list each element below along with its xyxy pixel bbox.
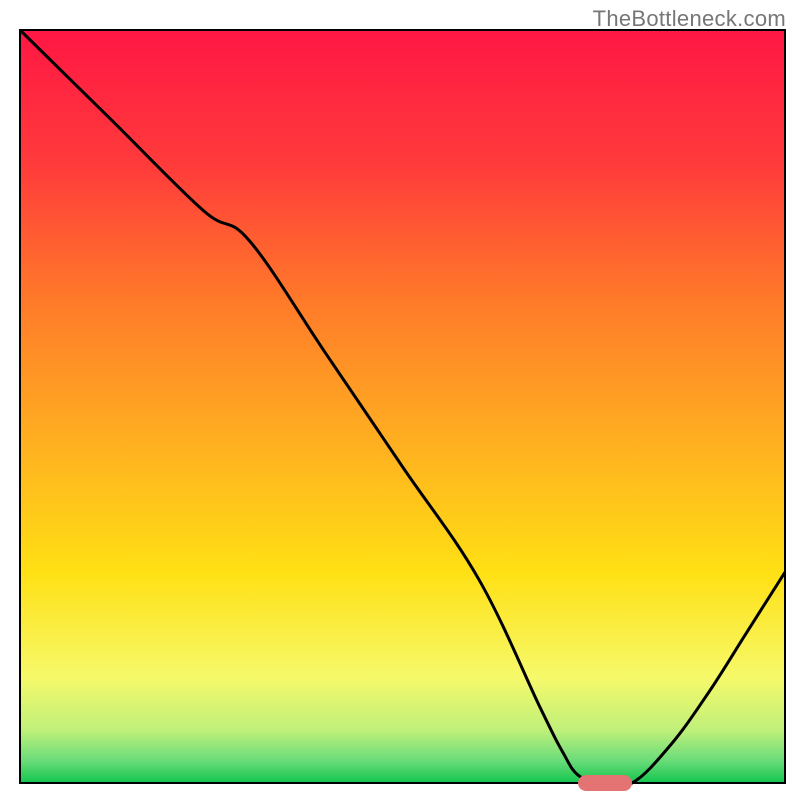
minimum-marker (578, 775, 632, 791)
watermark-text: TheBottleneck.com (593, 6, 786, 32)
chart-canvas (0, 0, 800, 800)
bottleneck-chart: TheBottleneck.com (0, 0, 800, 800)
